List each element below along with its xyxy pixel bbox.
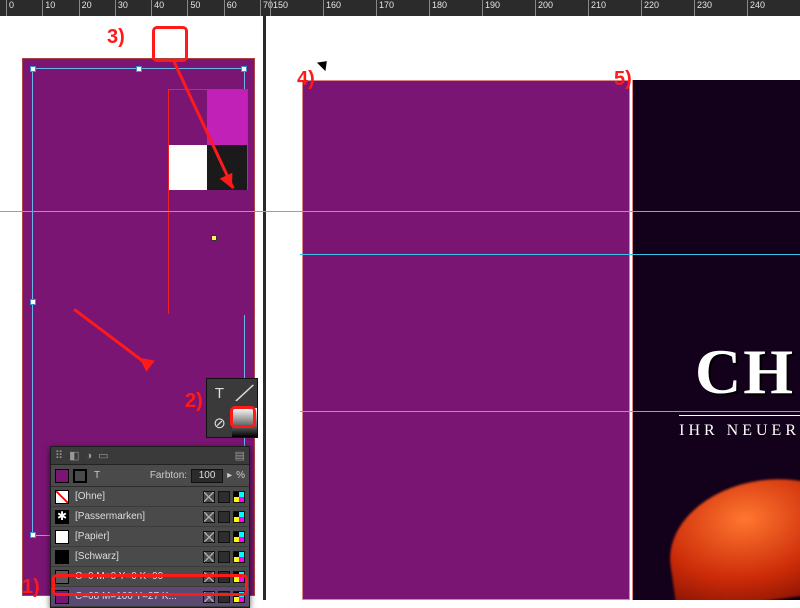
panel-tabbar[interactable]: ⠿ ◧ ◑ ▭ ▤: [51, 447, 249, 465]
ruler-tick: 10: [42, 0, 55, 16]
swatch-color-icon: [55, 490, 69, 504]
swatch-flag-icon: [203, 551, 215, 563]
swatch-row[interactable]: C=68 M=100 Y=27 K...: [51, 587, 249, 607]
spread-separator: [263, 16, 266, 600]
swatch-row[interactable]: C=0 M=0 Y=0 K=90: [51, 567, 249, 587]
ruler-tick: 160: [323, 0, 341, 16]
placed-artwork[interactable]: [168, 89, 248, 314]
ruler-tick: 50: [187, 0, 200, 16]
cmyk-icon: [233, 551, 245, 563]
ruler-tick: 0: [6, 0, 14, 16]
horizontal-ruler[interactable]: 0102030405060701501601701801902002102202…: [0, 0, 800, 16]
swatch-row[interactable]: [Schwarz]: [51, 547, 249, 567]
swatch-name: [Papier]: [75, 531, 203, 542]
stroke-swatch-icon[interactable]: [73, 469, 87, 483]
swatch-color-icon: [55, 550, 69, 564]
ruler-tick: 220: [641, 0, 659, 16]
anchor-point-icon: [211, 235, 217, 241]
swatch-flag-icon: [203, 511, 215, 523]
panel-menu-icon[interactable]: ▤: [235, 449, 245, 462]
tint-row: T Farbton: ▸ %: [51, 465, 249, 487]
gradient-tool-icon[interactable]: [232, 408, 257, 437]
ruler-tick: 230: [694, 0, 712, 16]
hero-image: [661, 467, 800, 600]
swatch-list[interactable]: [Ohne] [Passermarken] [Papier] [Schwarz] C=0…: [51, 487, 249, 607]
swatch-name: C=0 M=0 Y=0 K=90: [75, 571, 203, 582]
ruler-tick: 150: [270, 0, 288, 16]
swatches-panel[interactable]: ⠿ ◧ ◑ ▭ ▤ T Farbton: ▸ % [Ohne] [Passerma…: [50, 446, 250, 608]
ruler-tick: 60: [224, 0, 237, 16]
ruler-tick: 170: [376, 0, 394, 16]
hero-subline: IHR NEUER: [679, 415, 800, 440]
cmyk-icon: [233, 591, 245, 603]
ruler-tick: 240: [747, 0, 765, 16]
mouse-cursor-icon: [317, 57, 331, 71]
swatch-name: [Schwarz]: [75, 551, 203, 562]
tab-color-icon[interactable]: ◑: [85, 450, 92, 462]
panel-grip-icon[interactable]: ⠿: [55, 449, 63, 462]
fill-swatch-icon[interactable]: [55, 469, 69, 483]
swatch-model-icon: [218, 531, 230, 543]
guide-horizontal[interactable]: [0, 211, 800, 212]
swatch-name: [Ohne]: [75, 491, 203, 502]
type-tool-icon[interactable]: T: [207, 379, 232, 408]
ruler-tick: 30: [115, 0, 128, 16]
swatch-flag-icon: [203, 571, 215, 583]
ruler-tick: 180: [429, 0, 447, 16]
swatch-row[interactable]: [Passermarken]: [51, 507, 249, 527]
hero-headline: CH: [695, 335, 795, 409]
swatch-name: C=68 M=100 Y=27 K...: [75, 591, 203, 602]
swatch-color-icon: [55, 590, 69, 604]
line-tool-icon[interactable]: ╱: [228, 376, 261, 412]
cmyk-icon: [233, 531, 245, 543]
swatch-flag-icon: [203, 531, 215, 543]
swatch-model-icon: [218, 511, 230, 523]
cmyk-icon: [233, 491, 245, 503]
tab-stroke-icon[interactable]: ▭: [98, 449, 108, 462]
cmyk-icon: [233, 571, 245, 583]
swatch-row[interactable]: [Ohne]: [51, 487, 249, 507]
tint-label: Farbton:: [150, 470, 187, 481]
swatch-model-icon: [218, 571, 230, 583]
cmyk-icon: [233, 511, 245, 523]
ruler-tick: 200: [535, 0, 553, 16]
tint-slider-icon[interactable]: ▸: [227, 470, 232, 481]
swatch-flag-icon: [203, 591, 215, 603]
swatch-color-icon: [55, 510, 69, 524]
swatch-name: [Passermarken]: [75, 511, 203, 522]
formatting-text-icon[interactable]: T: [91, 470, 103, 481]
swatch-flag-icon: [203, 491, 215, 503]
swatch-model-icon: [218, 591, 230, 603]
ruler-tick: 210: [588, 0, 606, 16]
ruler-tick: 20: [79, 0, 92, 16]
page-center[interactable]: [302, 80, 630, 600]
tab-swatches-icon[interactable]: ◧: [69, 449, 79, 462]
swatch-model-icon: [218, 551, 230, 563]
tint-value-input[interactable]: [191, 469, 223, 483]
ruler-tick: 40: [151, 0, 164, 16]
swatch-color-icon: [55, 530, 69, 544]
guide-horizontal[interactable]: [300, 411, 800, 412]
page-right[interactable]: CH IHR NEUER: [632, 80, 800, 600]
tint-percent: %: [236, 470, 245, 481]
mini-tool-palette[interactable]: T ╱ ⊘: [206, 378, 258, 438]
swatch-row[interactable]: [Papier]: [51, 527, 249, 547]
ruler-tick: 190: [482, 0, 500, 16]
swatch-model-icon: [218, 491, 230, 503]
guide-horizontal[interactable]: [300, 254, 800, 255]
swatch-color-icon: [55, 570, 69, 584]
no-fill-icon[interactable]: ⊘: [207, 408, 232, 437]
document-canvas[interactable]: CH IHR NEUER T ╱ ⊘ ⠿ ◧ ◑ ▭ ▤ T Farbton:: [0, 16, 800, 600]
